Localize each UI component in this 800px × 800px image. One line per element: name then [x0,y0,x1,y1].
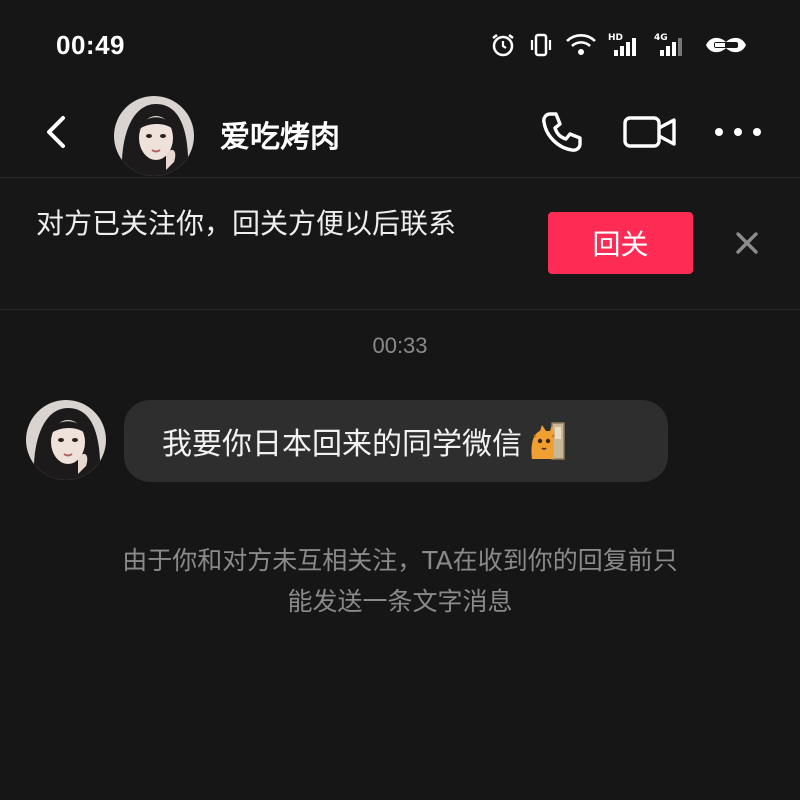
wifi-icon [564,30,598,60]
cat-peeking-emoji [528,421,568,461]
video-call-button[interactable] [618,104,682,160]
status-icons: HD 4G [488,28,752,62]
more-dots-icon [715,128,761,136]
status-time: 00:49 [56,30,125,60]
close-banner-button[interactable] [728,224,766,262]
hd-signal-icon: HD [608,30,644,60]
4g-signal-icon: 4G [654,30,690,60]
follow-back-banner: 对方已关注你，回关方便以后联系 回关 [0,177,800,310]
message-text: 我要你日本回来的同学微信 [162,427,522,462]
sender-avatar[interactable] [26,400,106,480]
message-bubble[interactable]: 我要你日本回来的同学微信 [124,400,668,482]
contact-avatar[interactable] [114,96,194,176]
svg-text:4G: 4G [654,33,668,43]
follow-back-button[interactable]: 回关 [548,212,693,274]
svg-text:HD: HD [608,33,623,43]
chevron-left-icon [47,116,65,148]
follow-back-prompt: 对方已关注你，回关方便以后联系 [36,207,457,240]
battery-icon [700,30,752,60]
back-button[interactable] [30,106,82,158]
alarm-icon [488,30,518,60]
status-bar: 00:49 HD 4G [0,0,800,92]
more-options-button[interactable] [708,104,768,160]
contact-name[interactable]: 爱吃烤肉 [220,112,340,156]
close-icon [736,232,758,254]
restriction-notice: 由于你和对方未互相关注，TA在收到你的回复前只能发送一条文字消息 [122,546,678,616]
voice-call-button[interactable] [534,104,590,160]
vibrate-icon [528,30,554,60]
chat-header: 爱吃烤肉 [0,92,800,176]
message-timestamp: 00:33 [372,333,428,358]
video-camera-icon [623,116,676,148]
phone-icon [542,112,582,152]
